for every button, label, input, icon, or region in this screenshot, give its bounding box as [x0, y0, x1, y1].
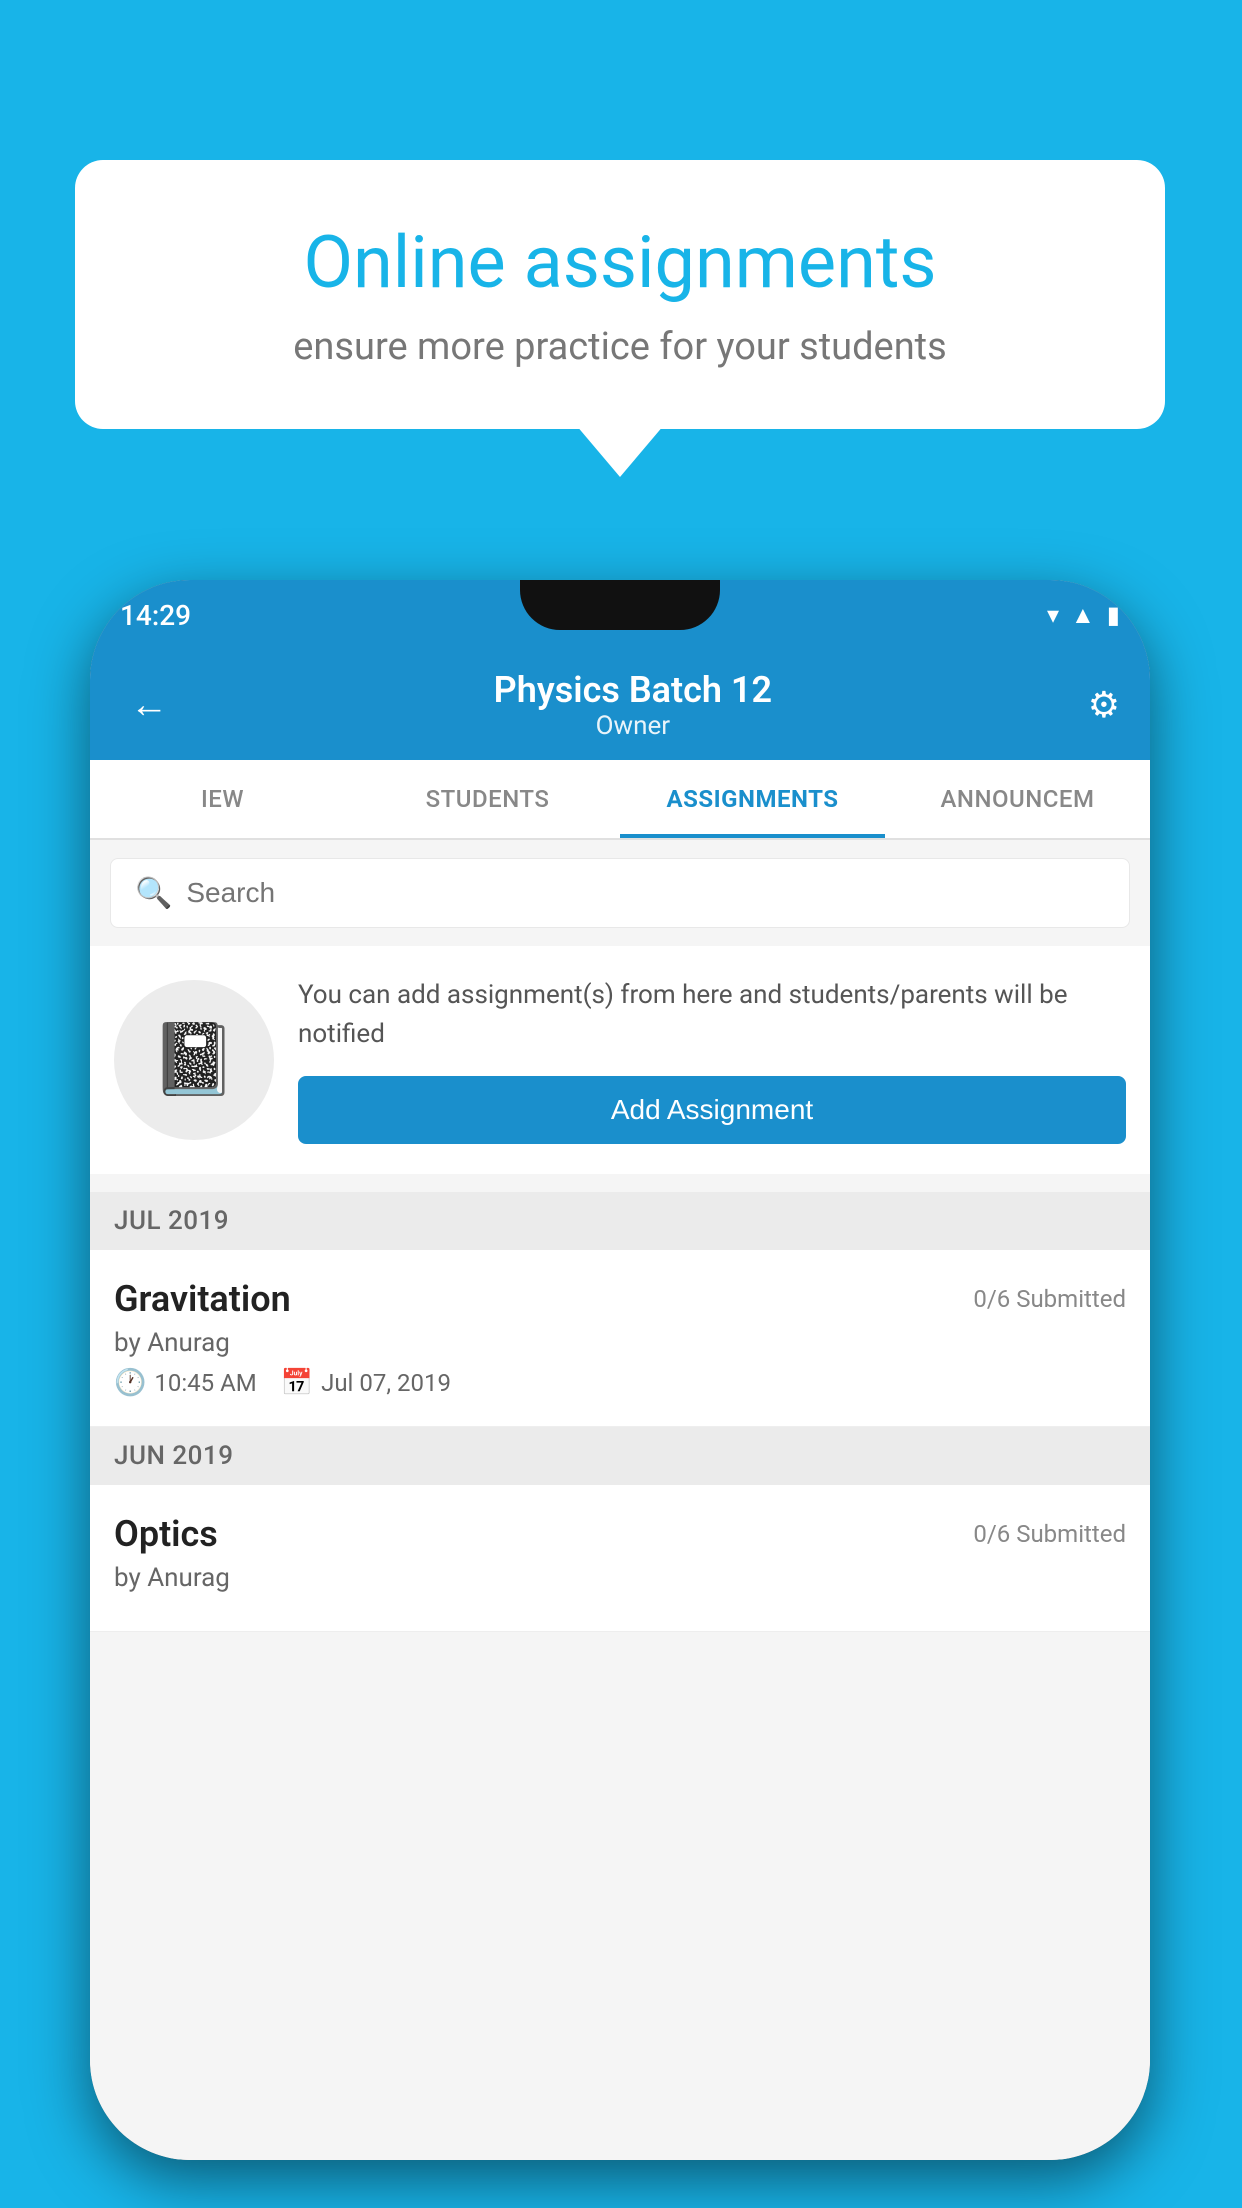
- assignment-by-optics: by Anurag: [114, 1563, 1126, 1593]
- month-header-jul: JUL 2019: [90, 1192, 1150, 1250]
- app-bar-subtitle: Owner: [178, 711, 1088, 741]
- content-area: 🔍 📓 You can add assignment(s) from here …: [90, 840, 1150, 2160]
- assignment-by-gravitation: by Anurag: [114, 1328, 1126, 1358]
- assignment-time-item: 🕐 10:45 AM: [114, 1368, 257, 1398]
- phone-frame: 14:29 ▾ ▲ ▮ ← Physics Batch 12 Owner ⚙ I…: [90, 580, 1150, 2160]
- assignment-date-item: 📅 Jul 07, 2019: [281, 1368, 451, 1398]
- phone-notch: [520, 580, 720, 630]
- app-bar: ← Physics Batch 12 Owner ⚙: [90, 650, 1150, 760]
- assignment-name-gravitation: Gravitation: [114, 1278, 291, 1320]
- promo-subtitle: ensure more practice for your students: [145, 325, 1095, 369]
- status-time: 14:29: [120, 599, 191, 632]
- signal-icon: ▲: [1071, 601, 1095, 630]
- tab-iew[interactable]: IEW: [90, 760, 355, 838]
- month-header-jun: JUN 2019: [90, 1427, 1150, 1485]
- assignment-time: 10:45 AM: [154, 1369, 256, 1397]
- assignment-submitted-gravitation: 0/6 Submitted: [973, 1285, 1126, 1313]
- empty-state-text: You can add assignment(s) from here and …: [298, 976, 1126, 1144]
- phone-screen: 14:29 ▾ ▲ ▮ ← Physics Batch 12 Owner ⚙ I…: [90, 580, 1150, 2160]
- settings-button[interactable]: ⚙: [1088, 684, 1120, 726]
- assignment-date: Jul 07, 2019: [321, 1369, 451, 1397]
- promo-title: Online assignments: [145, 220, 1095, 305]
- tab-students[interactable]: STUDENTS: [355, 760, 620, 838]
- back-button[interactable]: ←: [120, 673, 178, 737]
- search-icon: 🔍: [135, 876, 172, 911]
- assignment-submitted-optics: 0/6 Submitted: [973, 1520, 1126, 1548]
- app-bar-title-area: Physics Batch 12 Owner: [178, 669, 1088, 741]
- status-icons: ▾ ▲ ▮: [1047, 601, 1120, 630]
- search-bar[interactable]: 🔍: [110, 858, 1130, 928]
- tab-announcements[interactable]: ANNOUNCEM: [885, 760, 1150, 838]
- empty-state-card: 📓 You can add assignment(s) from here an…: [90, 946, 1150, 1174]
- tab-assignments[interactable]: ASSIGNMENTS: [620, 760, 885, 838]
- search-input[interactable]: [186, 877, 1105, 909]
- assignment-icon-circle: 📓: [114, 980, 274, 1140]
- assignment-name-optics: Optics: [114, 1513, 218, 1555]
- battery-icon: ▮: [1107, 601, 1120, 629]
- assignment-item-gravitation[interactable]: Gravitation 0/6 Submitted by Anurag 🕐 10…: [90, 1250, 1150, 1427]
- assignment-item-optics[interactable]: Optics 0/6 Submitted by Anurag: [90, 1485, 1150, 1632]
- assignment-icon: 📓: [150, 1019, 237, 1101]
- promo-card: Online assignments ensure more practice …: [75, 160, 1165, 429]
- tabs-bar: IEW STUDENTS ASSIGNMENTS ANNOUNCEM: [90, 760, 1150, 840]
- app-bar-title: Physics Batch 12: [178, 669, 1088, 711]
- assignment-row1-optics: Optics 0/6 Submitted: [114, 1513, 1126, 1555]
- wifi-icon: ▾: [1047, 601, 1059, 629]
- add-assignment-button[interactable]: Add Assignment: [298, 1076, 1126, 1144]
- assignment-meta-gravitation: 🕐 10:45 AM 📅 Jul 07, 2019: [114, 1368, 1126, 1398]
- clock-icon: 🕐: [114, 1368, 146, 1398]
- empty-state-description: You can add assignment(s) from here and …: [298, 976, 1126, 1054]
- calendar-icon: 📅: [281, 1368, 313, 1398]
- assignment-row1: Gravitation 0/6 Submitted: [114, 1278, 1126, 1320]
